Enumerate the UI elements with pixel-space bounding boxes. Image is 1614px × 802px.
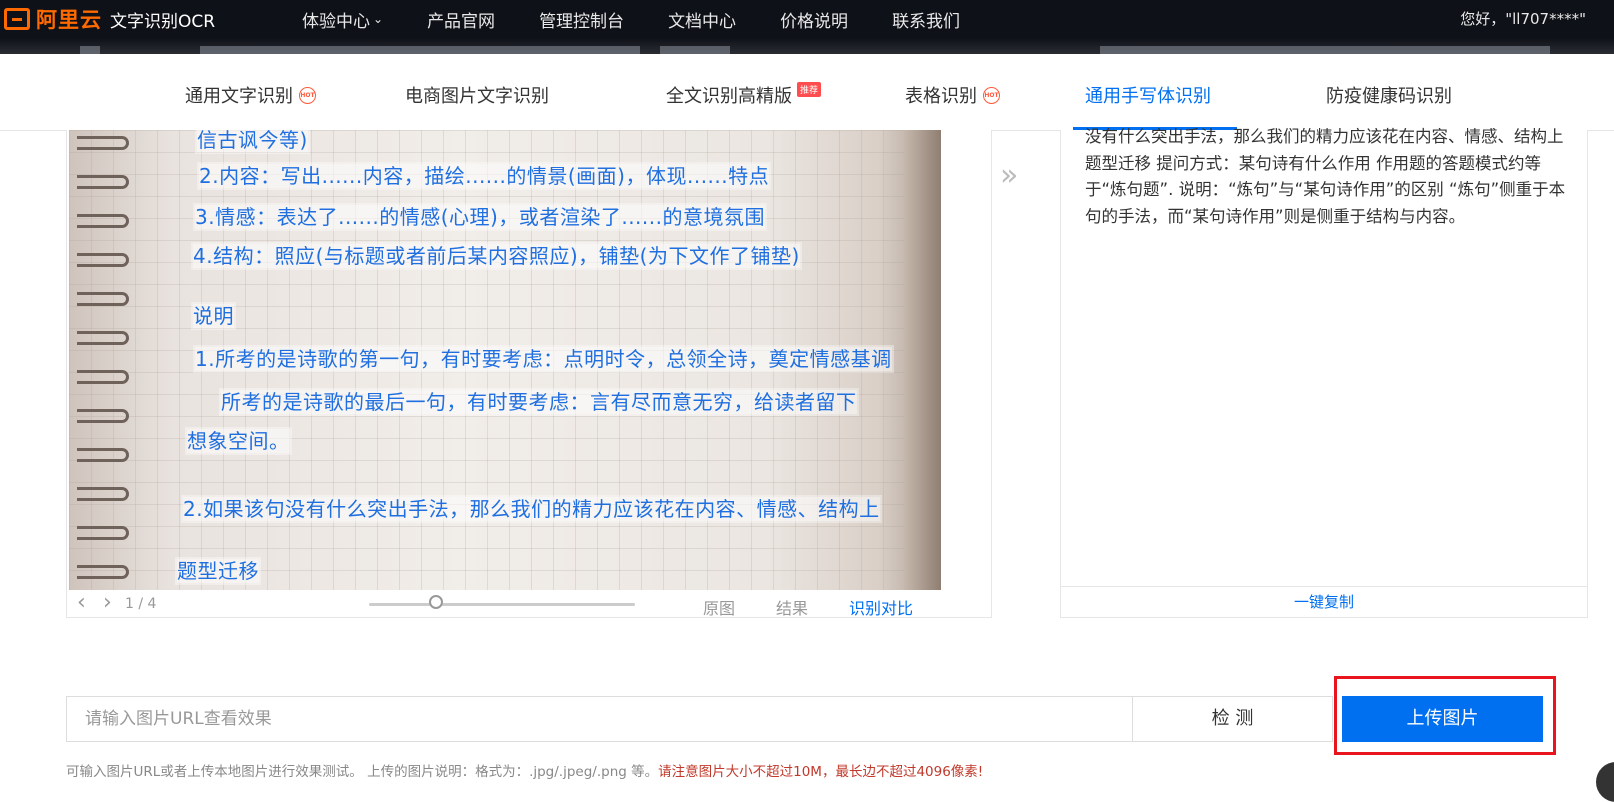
nav-docs[interactable]: 文档中心: [668, 7, 736, 32]
next-page-icon[interactable]: ›: [103, 592, 112, 614]
recognized-line: 说明: [193, 304, 234, 328]
notebook-ring: [77, 136, 129, 150]
recognized-line: 题型迁移: [177, 559, 259, 583]
nav-console[interactable]: 管理控制台: [539, 7, 624, 32]
ocr-type-tabs: 通用文字识别 HOT 电商图片文字识别 全文识别高精版 推荐 表格识别 HOT …: [0, 54, 1614, 131]
tab-ecommerce-ocr[interactable]: 电商图片文字识别: [405, 82, 549, 108]
aliyun-logo-icon: [4, 8, 30, 30]
upload-warning: 请注意图片大小不超过10M，最长边不超过4096像素!: [658, 764, 984, 780]
chevron-down-icon: ⌄: [373, 12, 384, 26]
page-indicator: 1 / 4: [125, 596, 157, 612]
upload-hint: 可输入图片URL或者上传本地图片进行效果测试。 上传的图片说明：格式为：.jpg…: [66, 764, 984, 780]
hot-icon: HOT: [983, 86, 1000, 104]
image-viewer: 信古讽今等) 2.内容：写出......内容，描绘......的情景(画面)，体…: [66, 130, 992, 618]
recognized-line: 想象空间。: [187, 429, 290, 453]
zoom-slider[interactable]: [369, 603, 635, 606]
view-result-button[interactable]: 结果: [776, 595, 808, 617]
hot-icon: HOT: [299, 86, 316, 104]
view-original-button[interactable]: 原图: [703, 595, 735, 617]
recognition-result-text[interactable]: 没有什么突出手法，那么我们的精力应该花在内容、情感、结构上 题型迁移 提问方式：…: [1085, 124, 1573, 230]
tab-handwriting-ocr[interactable]: 通用手写体识别: [1085, 82, 1211, 108]
zoom-slider-handle[interactable]: [429, 595, 443, 609]
result-panel: 没有什么突出手法，那么我们的精力应该花在内容、情感、结构上 题型迁移 提问方式：…: [1060, 127, 1588, 618]
tab-fulltext-hd-ocr[interactable]: 全文识别高精版 推荐: [666, 81, 822, 108]
recognized-line: 信古讽今等): [197, 130, 308, 152]
recognized-line: 1.所考的是诗歌的第一句，有时要考虑：点明时令，总领全诗，奠定情感基调: [195, 347, 892, 371]
user-greeting[interactable]: 您好，"ll707****": [1460, 8, 1586, 29]
viewer-toolbar: ‹ › 1 / 4 原图 结果 识别对比: [69, 590, 941, 617]
banner-strip: [0, 38, 1614, 54]
notebook-ring: [77, 448, 129, 462]
recognized-line: 3.情感：表达了......的情感(心理)，或者渲染了......的意境氛围: [195, 205, 765, 229]
notebook-ring: [77, 331, 129, 345]
nav-pricing[interactable]: 价格说明: [780, 7, 848, 32]
recognized-line: 2.如果该句没有什么突出手法，那么我们的精力应该花在内容、情感、结构上: [183, 497, 880, 521]
notebook-ring: [77, 253, 129, 267]
nav-product-site[interactable]: 产品官网: [427, 7, 495, 32]
nav-experience-center[interactable]: 体验中心 ⌄: [302, 7, 383, 32]
notebook-ring: [77, 292, 129, 306]
brand-name: 阿里云: [36, 8, 102, 32]
notebook-ring: [77, 214, 129, 228]
floating-help-icon[interactable]: [1596, 762, 1614, 802]
notebook-ring: [77, 487, 129, 501]
double-chevron-right-icon: »: [1000, 158, 1019, 193]
recognized-line: 4.结构：照应(与标题或者前后某内容照应)，铺垫(为下文作了铺垫): [193, 244, 800, 268]
brand-logo[interactable]: 阿里云 文字识别OCR: [4, 4, 215, 34]
recommend-badge: 推荐: [797, 81, 822, 97]
notebook-ring: [77, 565, 129, 579]
notebook-ring: [77, 175, 129, 189]
notebook-ring: [77, 370, 129, 384]
product-name: 文字识别OCR: [110, 11, 216, 32]
image-url-input[interactable]: [66, 696, 1133, 742]
tab-table-ocr[interactable]: 表格识别 HOT: [905, 82, 1000, 108]
tab-health-code-ocr[interactable]: 防疫健康码识别: [1326, 82, 1452, 108]
detect-button[interactable]: 检 测: [1133, 696, 1333, 742]
top-nav-menu: 体验中心 ⌄ 产品官网 管理控制台 文档中心 价格说明 联系我们: [302, 0, 1004, 38]
notebook-ring: [77, 526, 129, 540]
notebook-rings: [77, 130, 137, 590]
view-compare-button[interactable]: 识别对比: [849, 595, 913, 617]
previous-page-icon[interactable]: ‹: [77, 592, 86, 614]
copy-all-button[interactable]: 一键复制: [1061, 586, 1587, 617]
nav-contact[interactable]: 联系我们: [892, 7, 960, 32]
recognized-line: 所考的是诗歌的最后一句，有时要考虑：言有尽而意无穷，给读者留下: [221, 390, 857, 414]
tab-general-ocr[interactable]: 通用文字识别 HOT: [185, 82, 316, 108]
upload-image-button[interactable]: 上传图片: [1342, 696, 1543, 742]
recognized-line: 2.内容：写出......内容，描绘......的情景(画面)，体现......…: [199, 164, 770, 188]
sample-image: 信古讽今等) 2.内容：写出......内容，描绘......的情景(画面)，体…: [69, 130, 941, 590]
top-navbar: 阿里云 文字识别OCR 体验中心 ⌄ 产品官网 管理控制台 文档中心 价格说明 联…: [0, 0, 1614, 54]
notebook-ring: [77, 409, 129, 423]
